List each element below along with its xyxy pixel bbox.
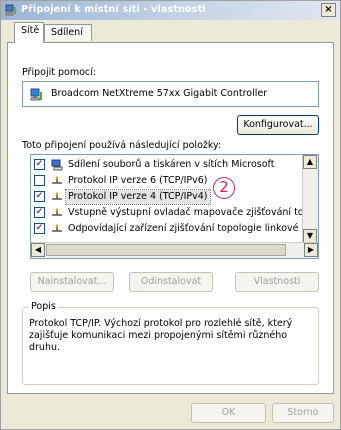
window-title: Připojení k místní síti - vlastnosti <box>21 4 206 15</box>
component-label: Odpovídající zařízení zjišťování topolog… <box>68 223 319 234</box>
protocol-icon <box>51 175 63 187</box>
description-text: Protokol TCP/IP. Výchozí protokol pro ro… <box>29 318 293 353</box>
component-label: Vstupně výstupní ovladač mapovače zjišťo… <box>68 207 319 218</box>
protocol-icon <box>51 191 63 203</box>
tab-networking[interactable]: Sítě <box>14 22 44 43</box>
network-connection-icon <box>5 4 17 16</box>
components-list[interactable]: ✓ Sdílení souborů a tiskáren v sítích Mi… <box>30 154 319 259</box>
uninstall-button[interactable]: Odinstalovat <box>129 272 213 292</box>
configure-button[interactable]: Konfigurovat... <box>237 115 319 135</box>
close-icon: × <box>324 4 333 15</box>
list-item[interactable]: ✓ Vstupně výstupní ovladač mapovače zjiš… <box>31 206 318 220</box>
connect-using-label: Připojit pomocí: <box>22 67 96 78</box>
close-button[interactable]: × <box>321 3 336 17</box>
tab-label: Sítě <box>21 25 40 36</box>
component-checkbox[interactable] <box>34 175 45 186</box>
horizontal-scrollbar[interactable]: ◀ ▶ <box>31 242 318 258</box>
properties-button[interactable]: Vlastnosti <box>235 272 319 292</box>
cancel-button[interactable]: Storno <box>272 403 334 423</box>
adapter-field: Broadcom NetXtreme 57xx Gigabit Controll… <box>22 81 319 107</box>
scroll-down-button[interactable]: ▼ <box>303 229 317 243</box>
list-item[interactable]: ✓ Sdílení souborů a tiskáren v sítích Mi… <box>31 158 303 172</box>
step-annotation-badge: 2 <box>213 177 235 199</box>
component-checkbox[interactable]: ✓ <box>34 207 45 218</box>
adapter-name: Broadcom NetXtreme 57xx Gigabit Controll… <box>51 88 268 99</box>
arrow-up-icon: ▲ <box>306 157 314 166</box>
list-item[interactable]: Protokol IP verze 6 (TCP/IPv6) <box>31 174 303 188</box>
component-checkbox[interactable]: ✓ <box>34 191 45 202</box>
description-legend: Popis <box>29 301 58 312</box>
title-bar[interactable]: Připojení k místní síti - vlastnosti × <box>1 1 340 20</box>
vertical-scrollbar[interactable]: ▲ ▼ <box>302 155 318 243</box>
tab-label: Sdílení <box>51 27 83 38</box>
scroll-up-button[interactable]: ▲ <box>303 155 317 169</box>
install-button[interactable]: Nainstalovat... <box>30 272 114 292</box>
arrow-right-icon: ▶ <box>307 245 315 254</box>
scroll-thumb[interactable] <box>46 244 286 256</box>
scroll-right-button[interactable]: ▶ <box>304 243 318 257</box>
properties-dialog: Připojení k místní síti - vlastnosti × S… <box>0 0 341 430</box>
protocol-icon <box>51 223 63 235</box>
component-label: Protokol IP verze 4 (TCP/IPv4) <box>65 189 211 205</box>
protocol-icon <box>51 207 63 219</box>
components-label: Toto připojení používá následující polož… <box>22 140 222 151</box>
ok-button[interactable]: OK <box>191 403 266 423</box>
list-item[interactable]: ✓ Protokol IP verze 4 (TCP/IPv4) <box>31 189 303 205</box>
list-item[interactable]: ✓ Odpovídající zařízení zjišťování topol… <box>31 222 318 236</box>
file-printer-sharing-icon <box>51 159 63 171</box>
tab-sharing[interactable]: Sdílení <box>44 24 92 41</box>
arrow-left-icon: ◀ <box>34 245 42 254</box>
network-adapter-icon <box>30 88 43 101</box>
scroll-left-button[interactable]: ◀ <box>31 243 45 257</box>
component-checkbox[interactable]: ✓ <box>34 159 45 170</box>
component-label: Protokol IP verze 6 (TCP/IPv6) <box>68 175 208 186</box>
arrow-down-icon: ▼ <box>306 231 314 240</box>
component-checkbox[interactable]: ✓ <box>34 223 45 234</box>
component-label: Sdílení souborů a tiskáren v sítích Micr… <box>68 159 275 170</box>
